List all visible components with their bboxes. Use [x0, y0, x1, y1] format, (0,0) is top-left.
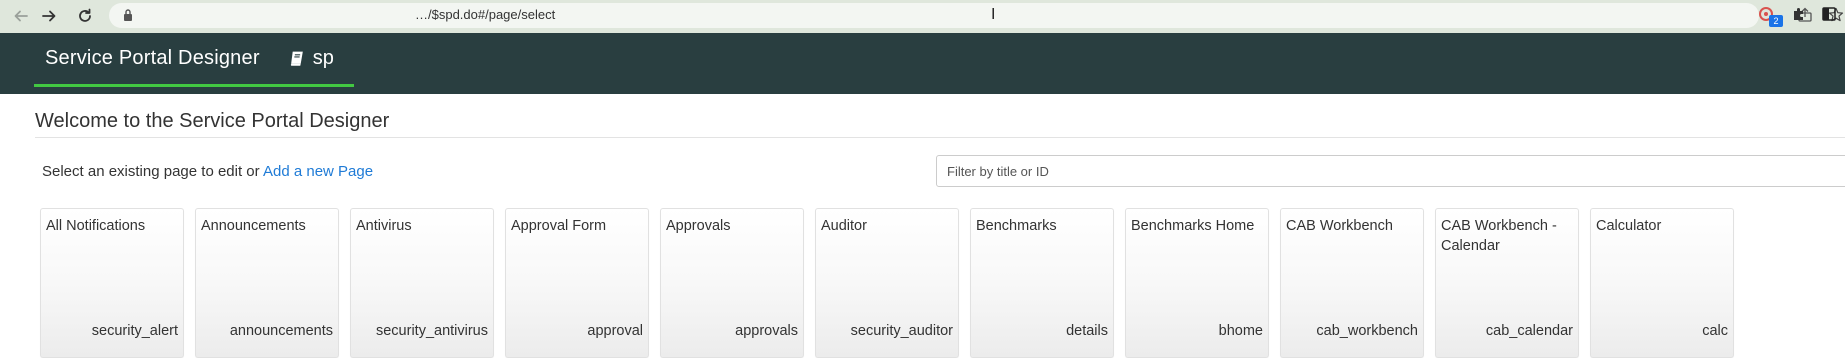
page-card-title: CAB Workbench - Calendar: [1441, 218, 1557, 254]
page-card[interactable]: Benchmarks details: [970, 208, 1114, 358]
page-card-id: cab_calendar: [1485, 323, 1573, 339]
page-card-id: cab_workbench: [1316, 323, 1418, 339]
page-card[interactable]: Announcements announcements: [195, 208, 339, 358]
page-card-id: security_alert: [91, 323, 178, 339]
page-card-id: announcements: [229, 323, 333, 339]
page-card[interactable]: Auditor security_auditor: [815, 208, 959, 358]
scope-label: sp: [312, 47, 334, 69]
back-icon[interactable]: [10, 5, 32, 27]
page-card[interactable]: CAB Workbench cab_workbench: [1280, 208, 1424, 358]
app-title: Service Portal Designer: [45, 47, 260, 69]
add-new-page-link[interactable]: Add a new Page: [263, 163, 373, 180]
book-icon: [289, 50, 306, 67]
page-title: Welcome to the Service Portal Designer: [35, 110, 390, 132]
page-card-title: Benchmarks Home: [1131, 218, 1255, 234]
page-card-title: CAB Workbench: [1286, 218, 1393, 234]
page-card-title: Antivirus: [356, 218, 412, 234]
page-card[interactable]: Calculator calc: [1590, 208, 1734, 358]
reload-icon[interactable]: [74, 5, 96, 27]
browser-toolbar: …/$spd.do#/page/select I 2: [0, 0, 1845, 33]
select-instructions: Select an existing page to edit or Add a…: [42, 163, 373, 180]
page-card-id: details: [1066, 323, 1108, 339]
page-card-title: Approvals: [666, 218, 731, 234]
page-card-id: security_auditor: [850, 323, 953, 339]
page-card[interactable]: CAB Workbench - Calendar cab_calendar: [1435, 208, 1579, 358]
filter-input[interactable]: [936, 155, 1845, 187]
page-card-id: approvals: [735, 323, 798, 339]
page-card-title: Benchmarks: [976, 218, 1057, 234]
page-card[interactable]: Antivirus security_antivirus: [350, 208, 494, 358]
url-text[interactable]: …/$spd.do#/page/select: [415, 7, 555, 22]
forward-icon[interactable]: [38, 5, 60, 27]
page-card[interactable]: All Notifications security_alert: [40, 208, 184, 358]
page-card-title: Announcements: [201, 218, 306, 234]
page-card-title: All Notifications: [46, 218, 146, 234]
extension-badge: 2: [1769, 15, 1783, 27]
puzzle-icon[interactable]: [1791, 6, 1807, 27]
page-card-id: approval: [587, 323, 643, 339]
select-prefix: Select an existing page to edit or: [42, 163, 263, 180]
text-cursor-icon: I: [991, 6, 996, 23]
page-card[interactable]: Approvals approvals: [660, 208, 804, 358]
page-card-id: bhome: [1218, 323, 1263, 339]
app-header: Service Portal Designer sp: [0, 33, 1845, 94]
page-card-id: security_antivirus: [375, 323, 488, 339]
address-bar[interactable]: …/$spd.do#/page/select I: [109, 3, 1844, 28]
page-card-id: calc: [1702, 323, 1728, 339]
page-card-title: Approval Form: [511, 218, 607, 234]
lock-icon[interactable]: [123, 8, 133, 27]
app-title-tab[interactable]: Service Portal Designer sp: [34, 33, 354, 87]
page-card-title: Calculator: [1596, 218, 1662, 234]
page-card-title: Auditor: [821, 218, 867, 234]
page-card[interactable]: Approval Form approval: [505, 208, 649, 358]
side-panel-icon[interactable]: [1822, 7, 1836, 26]
divider: [35, 137, 1845, 138]
page-card[interactable]: Benchmarks Home bhome: [1125, 208, 1269, 358]
